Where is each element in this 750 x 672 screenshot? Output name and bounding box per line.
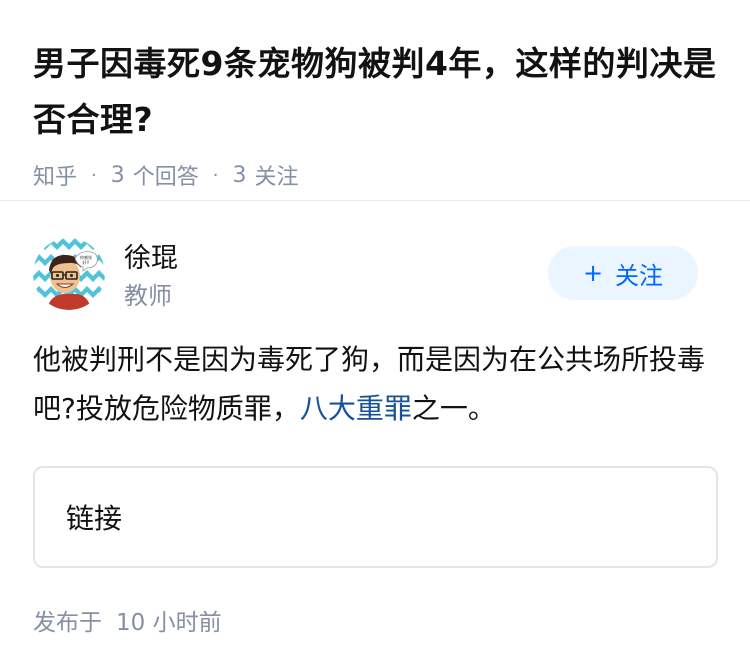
question-header: 男子因毒死9条宠物狗被判4年，这样的判决是否合理? 知乎 · 3 个回答 · 3… — [0, 0, 750, 200]
publish-time-value: 10 小时前 — [116, 610, 222, 636]
follow-button-label: 关注 — [615, 261, 664, 290]
svg-text:好!!: 好!! — [82, 259, 89, 265]
answer-count[interactable]: 3 — [111, 163, 125, 188]
section-divider — [0, 200, 750, 201]
meta-separator: · — [212, 164, 219, 186]
plus-icon: + — [582, 259, 604, 287]
answer-count-label[interactable]: 个回答 — [133, 159, 199, 191]
cartoon-teacher-avatar-icon: 你感觉 好!! — [33, 238, 105, 310]
meta-separator: · — [91, 164, 97, 186]
author-name[interactable]: 徐琨 — [124, 236, 178, 275]
author-avatar[interactable]: 你感觉 好!! — [33, 238, 105, 310]
question-title[interactable]: 男子因毒死9条宠物狗被判4年，这样的判决是否合理? — [33, 36, 717, 148]
follow-count-label[interactable]: 关注 — [255, 159, 299, 191]
follow-count[interactable]: 3 — [233, 163, 247, 188]
publish-prefix: 发布于 — [33, 610, 102, 636]
link-card-label: 链接 — [66, 502, 123, 535]
answer-text-end: 之一。 — [411, 392, 496, 425]
answer-content: 他被判刑不是因为毒死了狗，而是因为在公共场所投毒吧?投放危险物质罪，八大重罪之一… — [33, 335, 717, 433]
source-label[interactable]: 知乎 — [33, 159, 77, 191]
answer-inline-link[interactable]: 八大重罪 — [300, 392, 412, 425]
link-card[interactable]: 链接 — [33, 466, 718, 568]
question-meta: 知乎 · 3 个回答 · 3 关注 — [33, 159, 717, 191]
publish-time: 发布于 10 小时前 — [33, 603, 222, 637]
follow-button[interactable]: + 关注 — [548, 246, 698, 300]
author-title: 教师 — [124, 282, 172, 310]
author-row: 你感觉 好!! 徐琨 教师 + 关注 — [33, 234, 717, 310]
